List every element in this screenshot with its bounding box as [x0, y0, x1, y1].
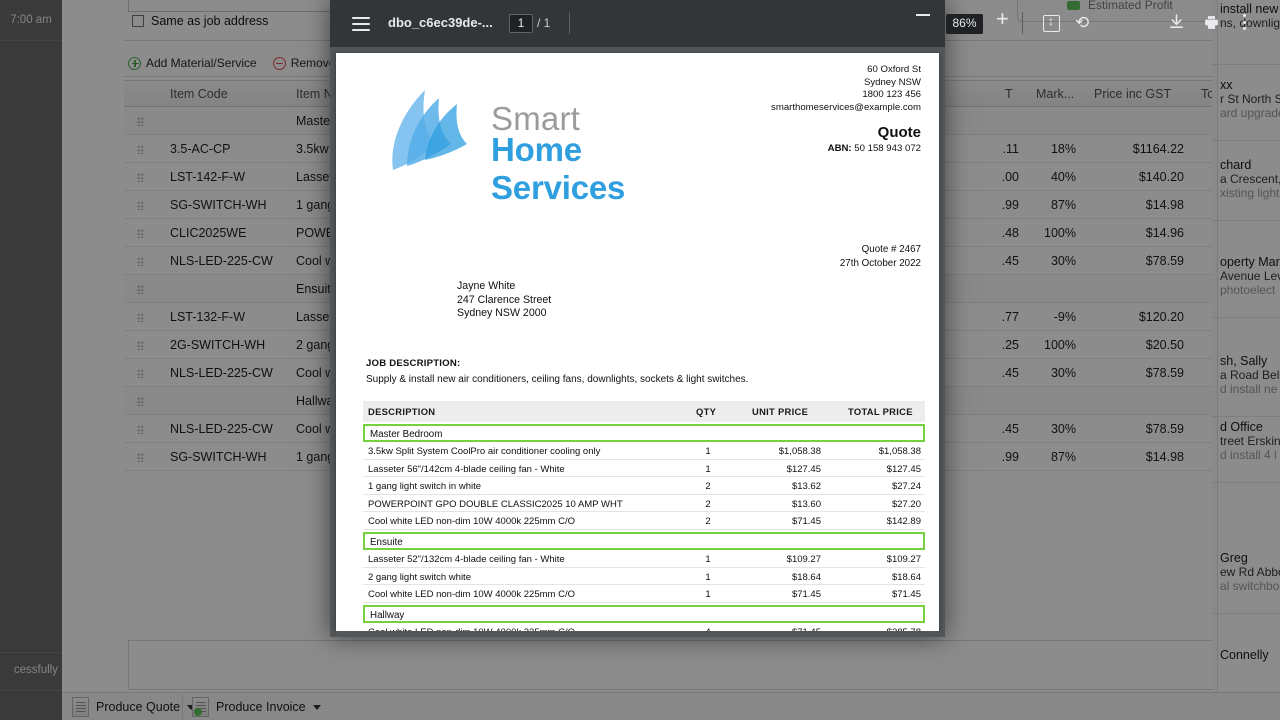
pdf-document-title: dbo_c6ec39de-... — [388, 15, 493, 30]
quote-item-total-price: $27.24 — [891, 481, 921, 493]
abn-label: ABN: — [827, 143, 852, 154]
quote-item-unit-price: $71.45 — [791, 516, 821, 528]
qt-col-description: DESCRIPTION — [368, 406, 436, 417]
quote-item-qty: 1 — [705, 553, 711, 565]
quote-line-item-row: Cool white LED non-dim 10W 4000k 225mm C… — [363, 512, 925, 530]
page-number-input[interactable]: 1 — [509, 14, 533, 33]
quote-date: 27th October 2022 — [839, 258, 921, 269]
pdf-page-shadow — [336, 631, 939, 637]
quote-item-qty: 2 — [705, 516, 711, 528]
quote-section-header: Master Bedroom — [363, 424, 925, 442]
quote-item-total-price: $142.89 — [886, 516, 921, 528]
pdf-page: Smart Home Services 60 Oxford St Sydney … — [336, 53, 939, 631]
zoom-in-button[interactable]: + — [996, 8, 1009, 30]
quote-item-qty: 1 — [705, 463, 711, 475]
quote-line-item-row: 1 gang light switch in white 2 $13.62 $27.2… — [363, 477, 925, 495]
company-address-line1: 60 Oxford St — [867, 64, 921, 75]
quote-item-unit-price: $13.60 — [791, 498, 821, 510]
quote-item-unit-price: $127.45 — [786, 463, 821, 475]
customer-name: Jayne White — [457, 280, 516, 292]
quote-item-unit-price: $109.27 — [786, 553, 821, 565]
quote-number: Quote # 2467 — [861, 244, 921, 255]
quote-item-total-price: $71.45 — [891, 589, 921, 601]
quote-item-total-price: $27.20 — [891, 498, 921, 510]
download-icon[interactable] — [1168, 13, 1185, 35]
company-phone: 1800 123 456 — [862, 89, 921, 100]
document-type-label: Quote — [877, 124, 921, 141]
quote-item-unit-price: $13.62 — [791, 481, 821, 493]
sidebar-toggle-icon[interactable] — [352, 17, 370, 35]
quote-item-qty: 1 — [705, 571, 711, 583]
zoom-level-label[interactable]: 86% — [946, 14, 983, 34]
quote-table-header: DESCRIPTION QTY UNIT PRICE TOTAL PRICE — [363, 401, 925, 422]
toolbar-divider — [1022, 12, 1023, 34]
qt-col-qty: QTY — [696, 406, 717, 417]
quote-table-body: Master Bedroom 3.5kw Split System CoolPro… — [363, 424, 925, 631]
job-description-title: JOB DESCRIPTION: — [366, 358, 461, 369]
quote-item-description: POWERPOINT GPO DOUBLE CLASSIC2025 10 AMP… — [368, 498, 623, 510]
quote-line-item-row: Lasseter 56"/142cm 4-blade ceiling fan -… — [363, 459, 925, 478]
quote-section-title: Master Bedroom — [370, 429, 443, 440]
company-contact-block: 60 Oxford St Sydney NSW 1800 123 456 sma… — [771, 64, 921, 154]
pdf-toolbar: dbo_c6ec39de-... 1 / 1 86% + ⟲ — [330, 0, 1247, 47]
quote-item-description: Cool white LED non-dim 10W 4000k 225mm C… — [368, 516, 575, 528]
quote-line-item-row: 2 gang light switch white 1 $18.64 $18.64 — [363, 567, 925, 586]
rotate-icon[interactable]: ⟲ — [1075, 14, 1089, 31]
customer-street: 247 Clarence Street — [457, 293, 552, 306]
screen: Same as job address Add Material/Service… — [0, 0, 1280, 720]
abn-line: ABN: 50 158 943 072 — [771, 143, 921, 154]
fit-to-page-icon[interactable] — [1043, 14, 1060, 32]
quote-item-description: Lasseter 52"/132cm 4-blade ceiling fan -… — [368, 553, 565, 565]
quote-item-qty: 2 — [705, 481, 711, 493]
qt-col-total-price: TOTAL PRICE — [848, 406, 913, 417]
quote-item-qty: 2 — [705, 498, 711, 510]
quote-item-description: 2 gang light switch white — [368, 571, 471, 583]
quote-line-item-row: 3.5kw Split System CoolPro air condition… — [363, 442, 925, 460]
customer-address-block: Jayne White 247 Clarence Street Sydney N… — [457, 280, 551, 321]
quote-section-title: Ensuite — [370, 536, 403, 548]
quote-section-title: Hallway — [370, 609, 405, 621]
quote-line-item-row: Lasseter 52"/132cm 4-blade ceiling fan -… — [363, 549, 925, 568]
quote-item-description: Lasseter 56"/142cm 4-blade ceiling fan -… — [368, 463, 565, 475]
quote-meta-block: Quote # 2467 27th October 2022 — [840, 243, 921, 271]
quote-line-item-row: Cool white LED non-dim 10W 4000k 225mm C… — [363, 622, 925, 631]
pdf-viewer-window: dbo_c6ec39de-... 1 / 1 86% + ⟲ — [330, 0, 1247, 637]
quote-item-total-price: $18.64 — [891, 571, 921, 583]
page-count-label: / 1 — [537, 16, 551, 30]
quote-item-unit-price: $1,058.38 — [778, 446, 821, 457]
company-address-line2: Sydney NSW — [863, 76, 921, 88]
print-icon[interactable] — [1203, 14, 1220, 36]
quote-section-header: Hallway — [363, 604, 925, 623]
quote-line-item-row: Cool white LED non-dim 10W 4000k 225mm C… — [363, 585, 925, 603]
quote-line-items-table: DESCRIPTION QTY UNIT PRICE TOTAL PRICE M… — [363, 401, 925, 631]
zoom-out-button[interactable] — [916, 14, 930, 16]
more-options-icon[interactable] — [1243, 14, 1247, 34]
customer-city: Sydney NSW 2000 — [457, 307, 547, 320]
quote-item-unit-price: $18.64 — [791, 571, 821, 583]
quote-item-total-price: $1,058.38 — [878, 446, 921, 457]
company-email: smarthomeservices@example.com — [771, 101, 921, 113]
quote-item-description: Cool white LED non-dim 10W 4000k 225mm C… — [368, 589, 575, 601]
quote-section-header: Ensuite — [363, 531, 925, 550]
quote-item-description: 1 gang light switch in white — [368, 481, 482, 493]
quote-item-unit-price: $71.45 — [791, 589, 821, 601]
quote-item-description: 3.5kw Split System CoolPro air condition… — [368, 446, 601, 457]
abn-value: 50 158 943 072 — [854, 143, 921, 154]
quote-item-qty: 1 — [705, 446, 711, 457]
flame-logo-icon — [392, 90, 467, 170]
quote-item-total-price: $109.27 — [886, 553, 921, 565]
job-description-text: Supply & install new air conditioners, c… — [366, 374, 749, 385]
toolbar-divider — [569, 12, 570, 34]
company-logo: Smart Home Services — [381, 86, 721, 206]
qt-col-unit-price: UNIT PRICE — [752, 406, 809, 417]
quote-item-total-price: $127.45 — [886, 463, 921, 475]
quote-item-qty: 1 — [705, 589, 711, 601]
quote-line-item-row: POWERPOINT GPO DOUBLE CLASSIC2025 10 AMP… — [363, 494, 925, 513]
logo-text-home-services: Home Services — [491, 131, 626, 206]
